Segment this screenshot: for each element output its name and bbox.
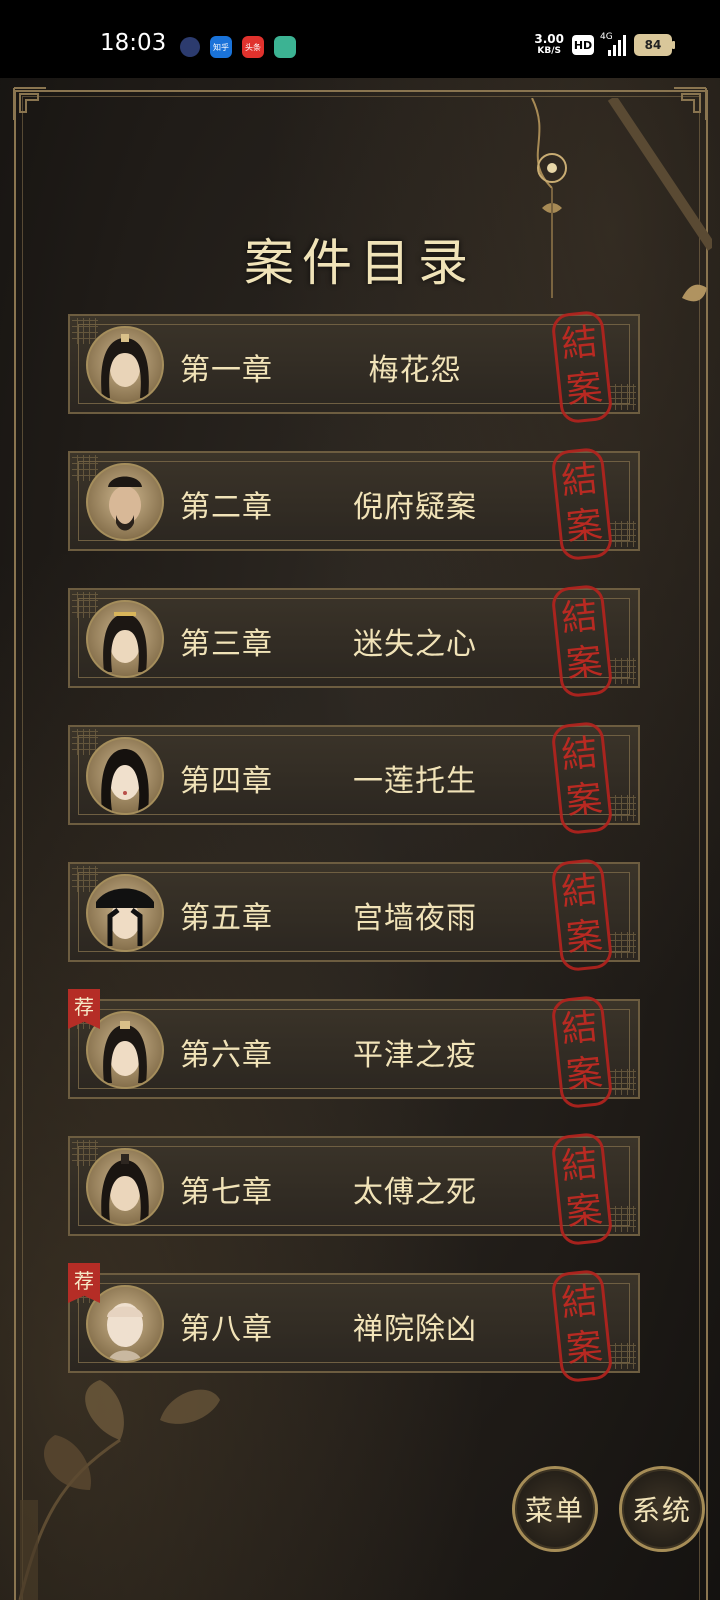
chapter-name: 宫墙夜雨: [353, 901, 477, 936]
net-speed-unit: KB/S: [537, 46, 561, 56]
chapter-number: 第三章: [180, 627, 273, 662]
stamp-char: 結: [559, 869, 600, 914]
system-button[interactable]: 系统: [619, 1466, 705, 1552]
lattice-corner: [610, 932, 636, 958]
stamp-char: 結: [559, 1280, 600, 1325]
status-time: 18:03: [100, 30, 167, 56]
stamp-char: 案: [564, 915, 605, 960]
lattice-corner: [610, 658, 636, 684]
status-bar: 18:03 知乎 头条 3.00 KB/S HD 4G 84: [0, 0, 720, 78]
character-avatar: [86, 600, 164, 678]
stamp-char: 案: [564, 367, 605, 412]
lattice-corner: [610, 384, 636, 410]
stamp-char: 結: [559, 321, 600, 366]
stamp-char: 案: [564, 504, 605, 549]
page-title: 案件目录: [244, 234, 476, 292]
signal-icon: 4G: [600, 32, 626, 56]
stamp-char: 結: [559, 458, 600, 503]
chapter-name: 平津之疫: [353, 1038, 477, 1073]
chapter-name: 梅花怨: [368, 353, 462, 388]
stamp-char: 案: [564, 1052, 605, 1097]
chapter-name: 迷失之心: [353, 627, 477, 662]
chapter-number: 第一章: [180, 353, 273, 388]
character-avatar: [86, 874, 164, 952]
hd-icon: HD: [572, 35, 594, 55]
chat-bubble-icon: [180, 37, 200, 57]
stamp-char: 案: [564, 778, 605, 823]
stamp-char: 結: [559, 732, 600, 777]
character-avatar: [86, 1148, 164, 1226]
chapter-row[interactable]: 荐 第六章 平津之疫 結 案: [68, 989, 640, 1110]
character-avatar: [86, 463, 164, 541]
chapter-name: 太傅之死: [353, 1175, 477, 1210]
status-right: 3.00 KB/S HD 4G 84: [534, 32, 675, 57]
green-app-icon: [274, 36, 296, 58]
chapter-name: 一莲托生: [353, 764, 477, 799]
chapter-row[interactable]: 荐 第八章 禅院除凶 結 案: [68, 1263, 640, 1384]
chapter-number: 第五章: [180, 901, 273, 936]
net-speed: 3.00 KB/S: [534, 33, 564, 57]
chapter-row[interactable]: 第三章 迷失之心 結 案: [68, 583, 640, 699]
chapter-row[interactable]: 第七章 太傅之死 結 案: [68, 1131, 640, 1247]
character-avatar: [86, 737, 164, 815]
chapter-row[interactable]: 第五章 宫墙夜雨 結 案: [68, 857, 640, 973]
lattice-corner: [610, 1206, 636, 1232]
chapter-number: 第二章: [180, 490, 273, 525]
chapter-name: 禅院除凶: [353, 1312, 477, 1347]
notification-icons: 知乎 头条: [180, 36, 296, 58]
lattice-corner: [610, 1069, 636, 1095]
battery-icon: 84: [634, 34, 675, 56]
stamp-char: 結: [559, 1006, 600, 1051]
chapter-number: 第四章: [180, 764, 273, 799]
stamp-char: 案: [564, 641, 605, 686]
chapter-row[interactable]: 第二章 倪府疑案 結 案: [68, 446, 640, 562]
chapter-row[interactable]: 第一章 梅花怨 結 案: [68, 309, 640, 425]
chapter-name: 倪府疑案: [353, 490, 477, 525]
lattice-corner: [610, 795, 636, 821]
chapter-number: 第八章: [180, 1312, 273, 1347]
menu-button[interactable]: 菜单: [512, 1466, 598, 1552]
stamp-char: 案: [564, 1326, 605, 1371]
lattice-corner: [610, 521, 636, 547]
network-type: 4G: [600, 32, 613, 42]
chapter-number: 第六章: [180, 1038, 273, 1073]
lattice-corner: [610, 1343, 636, 1369]
case-directory-screen: 案件目录 第一章 梅花怨 結 案 第二章 倪府疑案 結 案 第三章 迷失之心 結…: [0, 78, 720, 1600]
corner-ornament-icon: [13, 87, 46, 120]
zhihu-app-icon: 知乎: [210, 36, 232, 58]
toutiao-app-icon: 头条: [242, 36, 264, 58]
stamp-char: 結: [559, 1143, 600, 1188]
stamp-char: 案: [564, 1189, 605, 1234]
hanging-flower-ornament-icon: [531, 98, 712, 302]
net-speed-value: 3.00: [534, 32, 564, 46]
chapter-row[interactable]: 第四章 一莲托生 結 案: [68, 720, 640, 836]
chapter-number: 第七章: [180, 1175, 273, 1210]
character-avatar: [86, 326, 164, 404]
stamp-char: 結: [559, 595, 600, 640]
